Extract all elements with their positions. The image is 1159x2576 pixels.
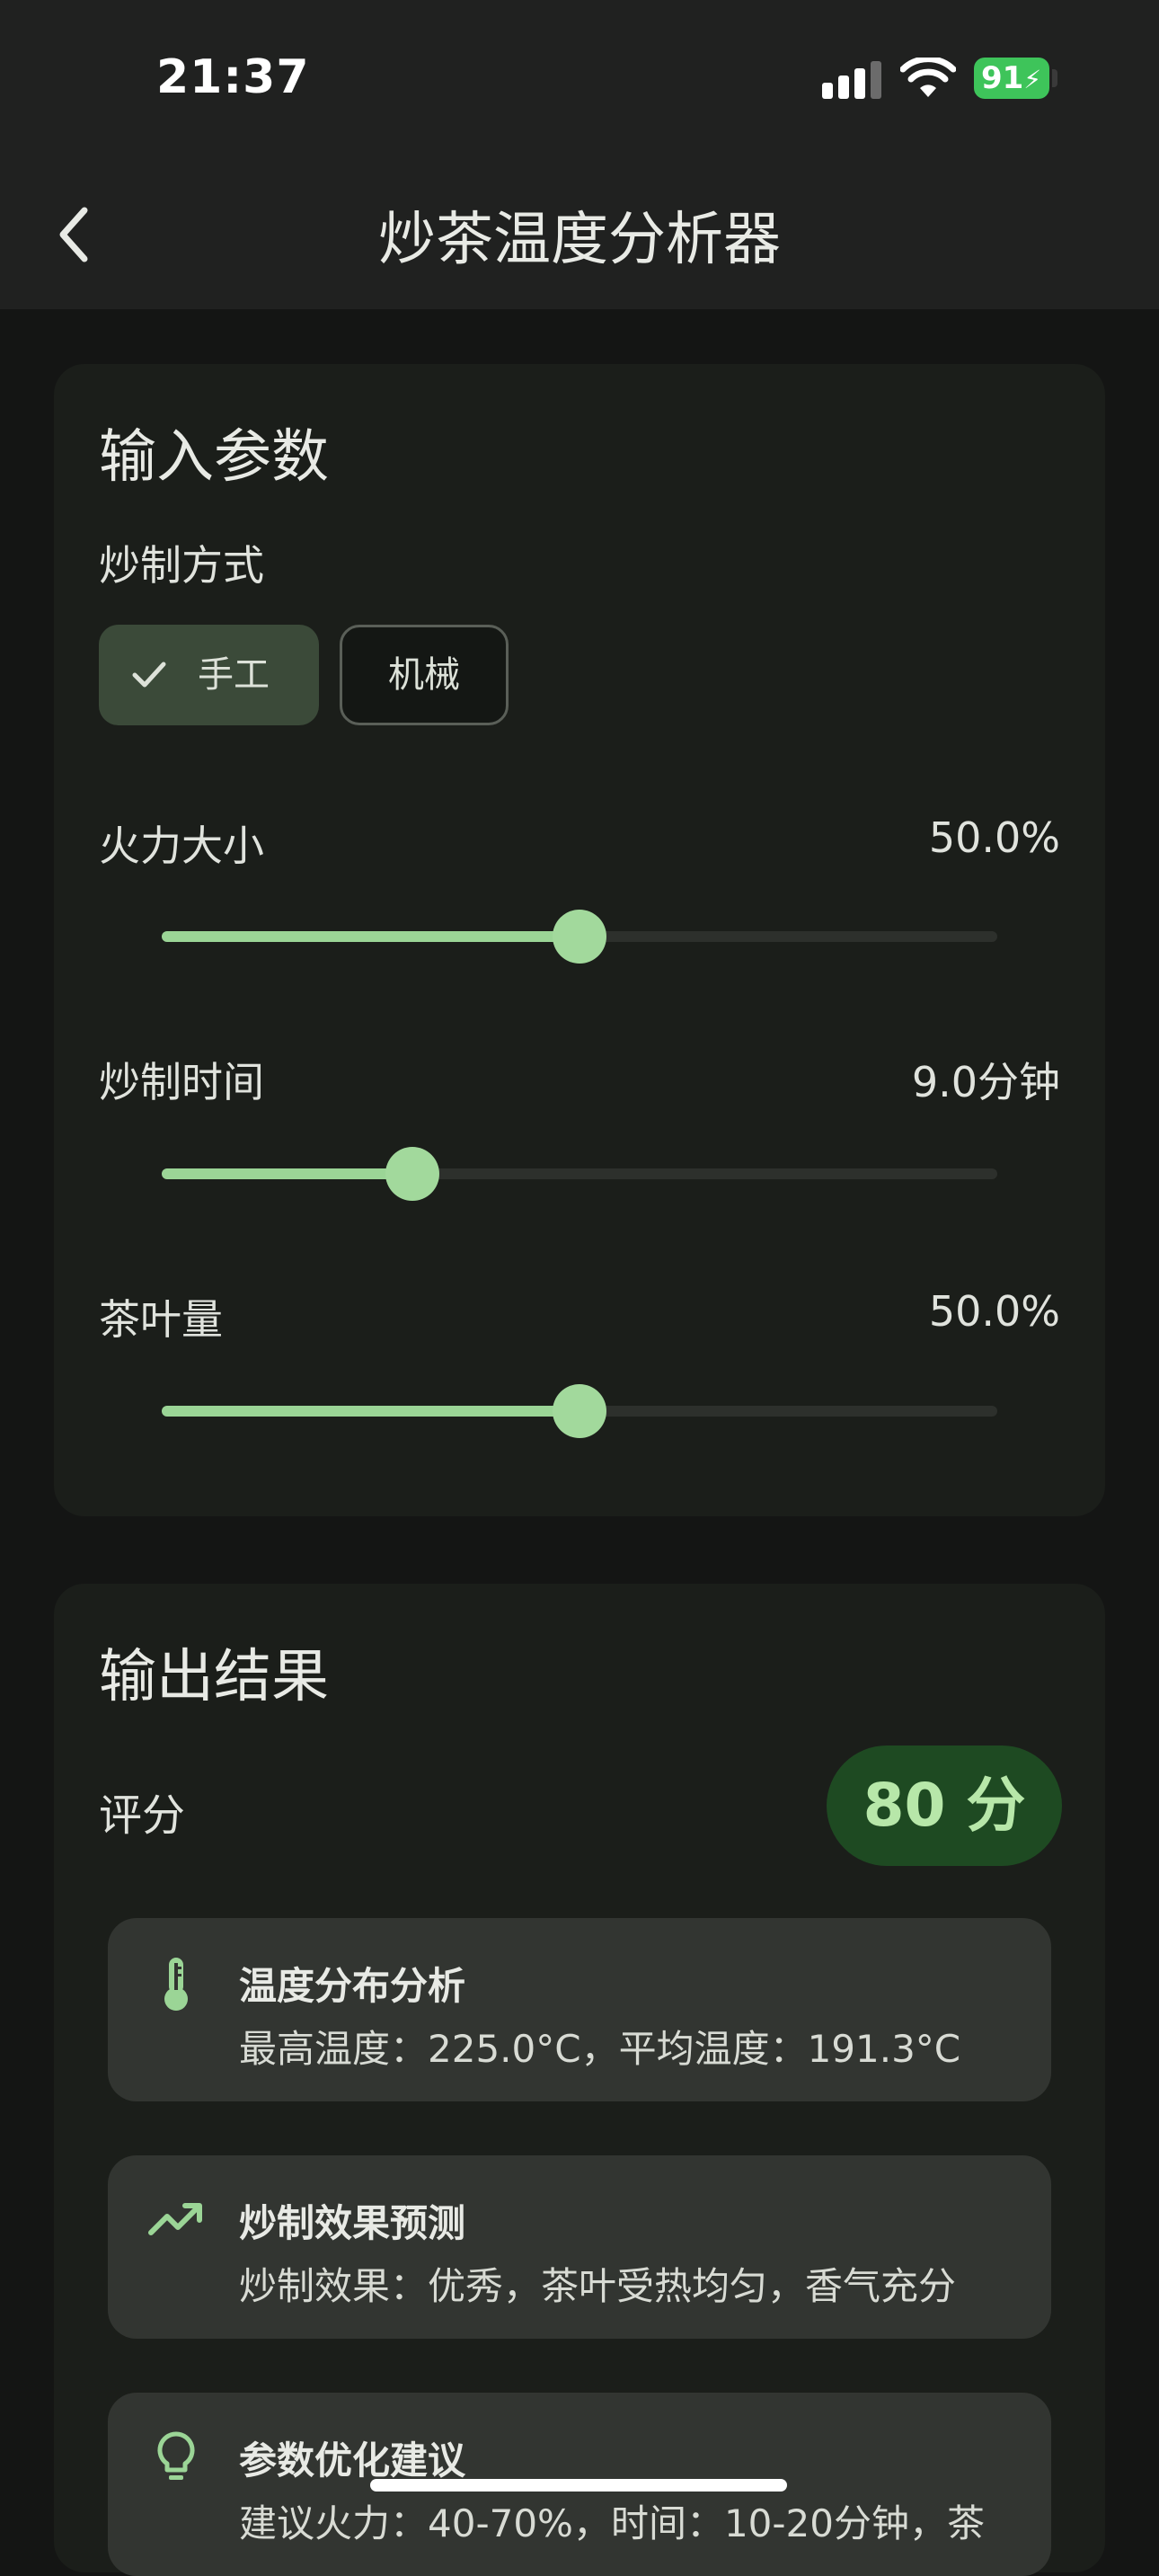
score-label: 评分 [99, 1790, 186, 1841]
chip-machine[interactable]: 机械 [340, 625, 509, 725]
roast-effect-card: 炒制效果预测 炒制效果：优秀，茶叶受热均匀，香气充分 [108, 2155, 1051, 2339]
roast-time-label: 炒制时间 [99, 1058, 264, 1106]
output-results-card: 输出结果 评分 80 分 温度分布分析 最高温度：225.0°C，平均温度：19… [54, 1584, 1105, 2576]
slider-thumb[interactable] [553, 910, 606, 964]
info-text: 建议火力：40-70%，时间：10-20分钟，茶 [239, 2501, 985, 2545]
home-indicator[interactable] [370, 2479, 787, 2492]
trending-up-icon [148, 2203, 202, 2235]
score-badge: 80 分 [827, 1745, 1062, 1866]
page-title: 炒茶温度分析器 [378, 207, 781, 273]
info-title: 参数优化建议 [239, 2438, 466, 2483]
fire-power-label: 火力大小 [99, 822, 264, 870]
slider-thumb[interactable] [553, 1384, 606, 1438]
battery-level: 91 [981, 60, 1024, 96]
top-app-bar: 21:37 91⚡ 炒茶温度分析器 [0, 0, 1159, 309]
input-section-title: 输入参数 [99, 424, 329, 491]
lightbulb-icon [157, 2431, 195, 2480]
status-time: 21:37 [156, 50, 310, 104]
charging-bolt-icon: ⚡ [1023, 65, 1041, 94]
slider-fill [162, 1168, 412, 1179]
info-text: 最高温度：225.0°C，平均温度：191.3°C [239, 2027, 961, 2071]
chip-machine-label: 机械 [388, 654, 460, 696]
wifi-icon [900, 58, 956, 97]
tea-amount-value: 50.0% [928, 1287, 1060, 1336]
check-icon [132, 662, 166, 688]
info-title: 炒制效果预测 [239, 2201, 466, 2245]
method-label: 炒制方式 [99, 541, 264, 590]
temperature-analysis-card: 温度分布分析 最高温度：225.0°C，平均温度：191.3°C [108, 1918, 1051, 2101]
roast-time-slider[interactable] [162, 1147, 997, 1201]
info-title: 温度分布分析 [239, 1964, 466, 2008]
slider-thumb[interactable] [385, 1147, 439, 1201]
fire-power-slider[interactable] [162, 910, 997, 964]
tea-amount-label: 茶叶量 [99, 1295, 223, 1344]
output-section-title: 输出结果 [99, 1644, 329, 1710]
battery-tip [1052, 69, 1057, 87]
fire-power-value: 50.0% [928, 813, 1060, 862]
slider-fill [162, 1406, 580, 1417]
battery-indicator: 91⚡ [974, 58, 1049, 99]
input-parameters-card: 输入参数 炒制方式 手工 机械 火力大小 50.0% 炒制时间 9.0分钟 茶叶… [54, 364, 1105, 1516]
tea-amount-slider[interactable] [162, 1384, 997, 1438]
chip-manual-label: 手工 [198, 654, 270, 696]
info-text: 炒制效果：优秀，茶叶受热均匀，香气充分 [239, 2264, 957, 2308]
thermometer-icon [164, 1958, 188, 2011]
roast-time-value: 9.0分钟 [911, 1058, 1060, 1106]
slider-fill [162, 931, 580, 942]
cellular-signal-icon [822, 61, 881, 99]
chip-manual[interactable]: 手工 [99, 625, 319, 725]
